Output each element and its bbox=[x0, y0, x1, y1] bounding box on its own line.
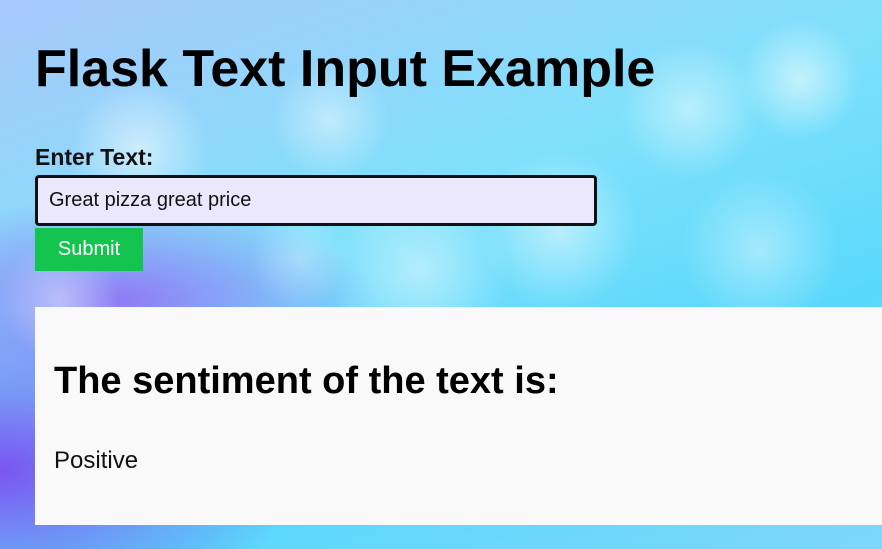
page-title: Flask Text Input Example bbox=[35, 40, 656, 98]
result-panel: The sentiment of the text is: Positive bbox=[35, 307, 882, 525]
result-heading: The sentiment of the text is: bbox=[54, 360, 559, 402]
page: Flask Text Input Example Enter Text: Sub… bbox=[0, 0, 882, 549]
submit-button[interactable]: Submit bbox=[35, 228, 143, 271]
sentiment-value: Positive bbox=[54, 447, 139, 474]
enter-text-label: Enter Text: bbox=[35, 144, 154, 170]
text-input[interactable] bbox=[35, 175, 597, 226]
